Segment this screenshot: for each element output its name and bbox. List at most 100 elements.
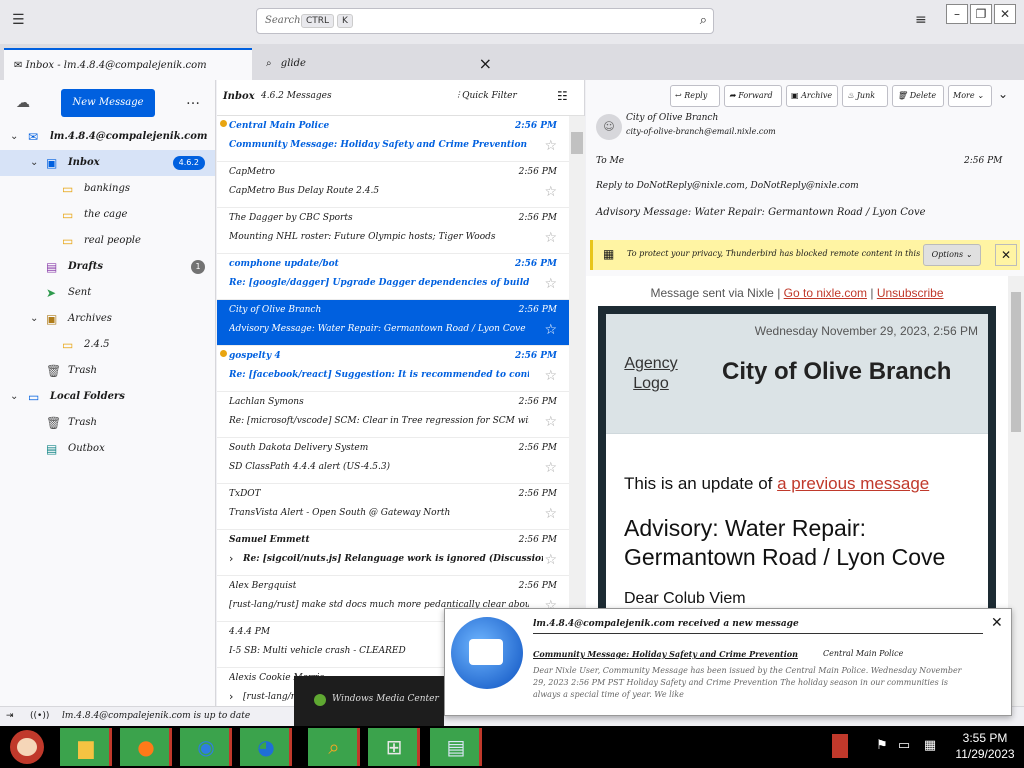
folder-trash[interactable]: 🗑 Trash <box>0 358 215 384</box>
app-menu-icon[interactable]: ≡ <box>915 12 927 28</box>
delete-label: Delete <box>909 91 937 100</box>
message-row[interactable]: South Dakota Delivery System 2:56 PM SD … <box>217 438 569 484</box>
action-center-icon[interactable]: ⚑ <box>872 734 892 758</box>
archive-button[interactable]: ▣ Archive <box>786 85 838 107</box>
quick-filter-button[interactable]: ⫶ Quick Filter <box>457 91 517 101</box>
tab-search-label: glide <box>280 58 306 69</box>
more-button[interactable]: More ⌄ <box>948 85 992 107</box>
taskbar-firefox[interactable]: ● <box>120 728 172 766</box>
star-icon[interactable]: ☆ <box>544 138 557 154</box>
folder-drafts[interactable]: ▤ Drafts 1 <box>0 254 215 280</box>
global-search-input[interactable]: Search… CTRL K ⌕ <box>256 8 714 34</box>
tab-search[interactable]: ⌕ glide × <box>256 48 496 80</box>
chevron-down-icon[interactable]: ⌄ <box>10 124 18 150</box>
previous-message-link[interactable]: a previous message <box>777 474 929 493</box>
taskbar: ▆ ● ◉ ◕ ⌕ ⊞ ▤ ⚑ ▭ ▦ 3:55 PM 11/29/2023 <box>0 726 1024 768</box>
chevron-right-icon[interactable]: › <box>229 552 233 565</box>
sidebar-toggle-icon[interactable]: ☰ <box>12 12 28 28</box>
taskbar-explorer[interactable]: ▆ <box>60 728 112 766</box>
start-button[interactable] <box>0 726 54 768</box>
clock[interactable]: 3:55 PM 11/29/2023 <box>946 730 1024 762</box>
options-button[interactable]: Options ⌄ <box>923 244 981 266</box>
message-row[interactable]: Lachlan Symons 2:56 PM Re: [microsoft/vs… <box>217 392 569 438</box>
go-nixle-link[interactable]: Go to nixle.com <box>784 286 867 300</box>
message-row[interactable]: The Dagger by CBC Sports 2:56 PM Mountin… <box>217 208 569 254</box>
get-messages-icon[interactable]: ☁ <box>16 95 30 111</box>
scroll-thumb[interactable] <box>571 132 583 154</box>
star-icon[interactable]: ☆ <box>544 460 557 476</box>
scroll-thumb[interactable] <box>1011 292 1021 432</box>
message-row[interactable]: comphone update/bot 2:56 PM Re: [google/… <box>217 254 569 300</box>
taskbar-media-center[interactable]: ⊞ <box>368 728 420 766</box>
close-notice-button[interactable]: ✕ <box>995 244 1017 266</box>
search-icon[interactable]: ⌕ <box>700 13 707 28</box>
star-icon[interactable]: ☆ <box>544 276 557 292</box>
taskbar-thunderbird[interactable]: ◕ <box>240 728 292 766</box>
new-message-label: New Message <box>72 97 144 108</box>
message-row[interactable]: TxDOT 2:56 PM TransVista Alert - Open So… <box>217 484 569 530</box>
forward-button[interactable]: ➦ Forward <box>724 85 782 107</box>
separator: | <box>867 286 877 300</box>
folder-the-cage[interactable]: ▭ the cage <box>0 202 215 228</box>
online-status-icon[interactable]: ((•)) <box>30 707 49 725</box>
minimize-button[interactable]: – <box>946 4 968 24</box>
delete-button[interactable]: 🗑 Delete <box>892 85 944 107</box>
chevron-down-icon[interactable]: ⌄ <box>30 150 38 176</box>
chevron-right-icon[interactable]: › <box>229 690 233 703</box>
message-row[interactable]: CapMetro 2:56 PM CapMetro Bus Delay Rout… <box>217 162 569 208</box>
folder-archive-sub[interactable]: ▭ 2.4.5 <box>0 332 215 358</box>
message-row[interactable]: gospelty 4 2:56 PM Re: [facebook/react] … <box>217 346 569 392</box>
message-subject: Mounting NHL roster: Future Olympic host… <box>229 232 496 242</box>
more-icon[interactable]: … <box>186 92 200 108</box>
message-row[interactable]: Samuel Emmett 2:56 PM › Re: [sigcoil/nut… <box>217 530 569 576</box>
unsubscribe-link[interactable]: Unsubscribe <box>877 286 944 300</box>
folder-local-trash[interactable]: 🗑 Trash <box>0 410 215 436</box>
taskbar-search[interactable]: ⌕ <box>308 728 360 766</box>
folder-local-folders[interactable]: ⌄ ▭ Local Folders <box>0 384 215 410</box>
folder-archives[interactable]: ⌄ ▣ Archives <box>0 306 215 332</box>
star-icon[interactable]: ☆ <box>544 322 557 338</box>
chevron-down-icon[interactable]: ⌄ <box>10 384 18 410</box>
network-icon[interactable]: ▭ <box>894 734 914 758</box>
close-tab-icon[interactable]: × <box>479 48 492 80</box>
folder-outbox[interactable]: ▤ Outbox <box>0 436 215 462</box>
tray-flag[interactable] <box>832 734 848 758</box>
tab-inbox[interactable]: ✉ Inbox - lm.4.8.4@compalejenik.com <box>4 48 252 80</box>
folder-bankings[interactable]: ▭ bankings <box>0 176 215 202</box>
from-address[interactable]: city-of-olive-branch@email.nixle.com <box>626 127 776 136</box>
star-icon[interactable]: ☆ <box>544 230 557 246</box>
collapse-icon[interactable]: ⇥ <box>6 707 14 725</box>
new-mail-notification[interactable]: lm.4.8.4@compalejenik.com received a new… <box>444 608 1012 716</box>
message-row[interactable]: Central Main Police 2:56 PM Community Me… <box>217 116 569 162</box>
new-message-button[interactable]: New Message <box>61 89 155 117</box>
star-icon[interactable]: ☆ <box>544 552 557 568</box>
folder-account[interactable]: ⌄ ✉ lm.4.8.4@compalejenik.com <box>0 124 215 150</box>
volume-icon[interactable]: ▦ <box>920 734 940 758</box>
close-notification-icon[interactable]: ✕ <box>991 615 1003 631</box>
message-time: 2:56 PM <box>518 213 557 223</box>
folder-sent[interactable]: ➤ Sent <box>0 280 215 306</box>
list-title: Inbox <box>223 91 255 102</box>
taskbar-chrome[interactable]: ◉ <box>180 728 232 766</box>
star-icon[interactable]: ☆ <box>544 506 557 522</box>
chevron-down-icon[interactable]: ⌄ <box>998 87 1008 101</box>
list-options-icon[interactable]: ☷ <box>557 89 568 103</box>
agency-logo[interactable]: Agency Logo <box>606 354 696 394</box>
star-icon[interactable]: ☆ <box>544 184 557 200</box>
close-window-button[interactable]: ✕ <box>994 4 1016 24</box>
junk-button[interactable]: ♨ Junk <box>842 85 888 107</box>
thunderbird-logo-icon <box>451 617 523 689</box>
chevron-down-icon[interactable]: ⌄ <box>30 306 38 332</box>
reply-button[interactable]: ↩ Reply <box>670 85 720 107</box>
mail-tab-icon: ✉ <box>14 60 23 71</box>
maximize-button[interactable]: ❐ <box>970 4 992 24</box>
taskbar-preview[interactable]: Windows Media Center <box>294 676 444 726</box>
folder-inbox[interactable]: ⌄ ▣ Inbox 4.6.2 <box>0 150 215 176</box>
message-list-header: Inbox 4.6.2 Messages ⫶ Quick Filter ☷ <box>217 80 584 116</box>
star-icon[interactable]: ☆ <box>544 414 557 430</box>
folder-real-people[interactable]: ▭ real people <box>0 228 215 254</box>
from-name[interactable]: City of Olive Branch <box>626 113 718 123</box>
star-icon[interactable]: ☆ <box>544 368 557 384</box>
taskbar-control-panel[interactable]: ▤ <box>430 728 482 766</box>
message-row-selected[interactable]: City of Olive Branch 2:56 PM Advisory Me… <box>217 300 569 346</box>
